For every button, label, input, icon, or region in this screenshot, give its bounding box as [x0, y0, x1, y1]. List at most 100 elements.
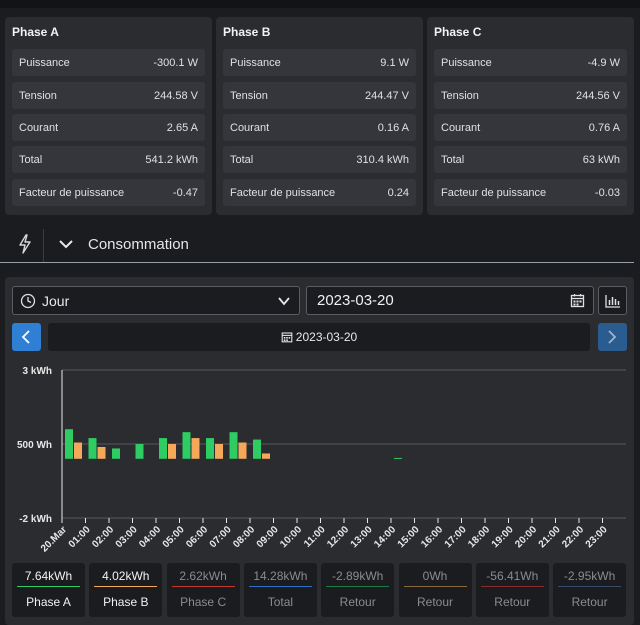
row-label: Puissance [230, 57, 281, 69]
series-color-line [171, 586, 235, 587]
bar-phase-a[interactable] [65, 429, 73, 459]
summary-value: -2.89kWh [332, 569, 384, 583]
row-tension: Tension 244.58 V [12, 82, 205, 109]
clock-icon [20, 293, 36, 309]
chevron-left-icon [21, 330, 30, 344]
summary-card-phase-b[interactable]: 4.02kWh Phase B [89, 563, 163, 617]
row-total: Total 541.2 kWh [12, 146, 205, 173]
date-input[interactable]: 2023-03-20 [306, 286, 594, 315]
row-value: 244.56 V [575, 90, 620, 102]
row-puissance: Puissance -300.1 W [12, 49, 205, 76]
x-tick-label: 13:00 [349, 524, 375, 550]
summary-label: Retour [339, 595, 376, 609]
series-color-line [94, 586, 158, 587]
x-tick-label: 12:00 [325, 524, 351, 550]
x-tick-label: 15:00 [396, 524, 422, 550]
x-tick-label: 01:00 [67, 524, 93, 550]
summary-card-retour[interactable]: -56.41Wh Retour [475, 563, 549, 617]
bar-phase-b[interactable] [238, 442, 247, 459]
row-courant: Courant 2.65 A [12, 114, 205, 141]
row-label: Facteur de puissance [230, 187, 336, 199]
bar-phase-a[interactable] [112, 448, 120, 459]
row-value: 0.76 A [588, 122, 620, 134]
row-label: Total [19, 154, 43, 166]
row-total: Total 63 kWh [434, 146, 627, 173]
row-value: -4.9 W [587, 57, 620, 69]
summary-label: Phase C [180, 595, 227, 609]
row-puissance: Puissance 9.1 W [223, 49, 416, 76]
bar-phase-a[interactable] [135, 444, 144, 459]
bar-phase-a[interactable] [253, 439, 261, 459]
chart-type-button[interactable] [598, 286, 627, 315]
calendar-icon[interactable] [570, 293, 585, 308]
row-label: Courant [19, 122, 59, 134]
bar-phase-b[interactable] [262, 453, 270, 459]
row-value: -0.03 [594, 187, 620, 199]
period-select[interactable]: Jour [12, 286, 300, 315]
series-color-line [326, 586, 390, 587]
summary-label: Retour [416, 595, 454, 609]
summary-label: Phase B [103, 595, 149, 609]
row-value: 0.24 [387, 187, 409, 199]
x-tick-label: 23:00 [584, 524, 610, 550]
nav-date: 2023-03-20 [295, 330, 358, 344]
bar-phase-a[interactable] [206, 438, 214, 459]
summary-card-phase-a[interactable]: 7.64kWh Phase A [12, 563, 85, 617]
row-value: 63 kWh [582, 154, 620, 166]
consumption-chart: 3 kWh500 Wh-2 kWh 20.Mar01:0002:0003:000… [17, 366, 626, 555]
summary-value: 4.02kWh [102, 569, 150, 583]
x-tick-label: 07:00 [208, 524, 234, 550]
bar-phase-a[interactable] [394, 457, 402, 459]
row-value: 9.1 W [380, 57, 409, 69]
top-bar [0, 0, 640, 8]
summary-value: -2.95kWh [563, 569, 616, 583]
summary-value: 2.62kWh [179, 569, 227, 583]
x-tick-label: 17:00 [443, 524, 469, 550]
x-tick-label: 05:00 [161, 524, 187, 550]
row-facteur: Facteur de puissance -0.03 [434, 179, 627, 206]
x-tick-label: 11:00 [302, 524, 328, 550]
row-value: 244.47 V [364, 90, 409, 102]
bar-phase-b[interactable] [97, 446, 106, 459]
row-label: Facteur de puissance [441, 187, 547, 199]
row-label: Tension [19, 90, 57, 102]
summary-card-total[interactable]: 14.28kWh Total [243, 563, 317, 617]
bar-phase-a[interactable] [159, 438, 167, 459]
x-tick-label: 08:00 [231, 524, 257, 550]
summary-value: 0Wh [422, 569, 448, 583]
x-tick-label: 18:00 [466, 524, 492, 550]
bar-phase-b[interactable] [168, 444, 176, 459]
row-total: Total 310.4 kWh [223, 146, 416, 173]
chevron-down-icon[interactable] [58, 237, 74, 251]
bar-phase-a[interactable] [229, 432, 238, 459]
period-value: Jour [42, 293, 70, 309]
row-puissance: Puissance -4.9 W [434, 49, 627, 76]
row-value: 0.16 A [377, 122, 409, 134]
summary-card-phase-c[interactable]: 2.62kWh Phase C [166, 563, 240, 617]
x-tick-label: 22:00 [560, 524, 586, 550]
phase-a-card: Phase A Puissance -300.1 W Tension 244.58 … [5, 17, 212, 215]
current-date-bar[interactable]: 2023-03-20 [48, 323, 590, 351]
summary-value: -56.41Wh [486, 569, 539, 583]
section-title[interactable]: Consommation [88, 236, 189, 253]
bar-phase-a[interactable] [88, 438, 97, 459]
bar-phase-a[interactable] [182, 432, 191, 459]
row-label: Tension [230, 90, 268, 102]
summary-card-retour[interactable]: 0Wh Retour [398, 563, 472, 617]
y-tick-label: 3 kWh [23, 366, 52, 377]
summary-card-retour[interactable]: -2.89kWh Retour [321, 563, 395, 617]
row-label: Courant [441, 122, 481, 134]
summary-label: Retour [494, 595, 531, 609]
consommation-section-header: Consommation [0, 229, 634, 263]
previous-day-button[interactable] [12, 323, 41, 351]
summary-label: Total [267, 595, 294, 609]
summary-card-retour[interactable]: -2.95kWh Retour [553, 563, 627, 617]
bar-phase-b[interactable] [191, 438, 200, 459]
next-day-button[interactable] [598, 323, 627, 351]
chevron-right-icon [608, 330, 617, 344]
bar-phase-b[interactable] [215, 444, 223, 459]
row-label: Puissance [19, 57, 70, 69]
y-tick-label: 500 Wh [17, 440, 52, 451]
bar-phase-b[interactable] [74, 442, 82, 459]
series-color-line [248, 586, 312, 587]
